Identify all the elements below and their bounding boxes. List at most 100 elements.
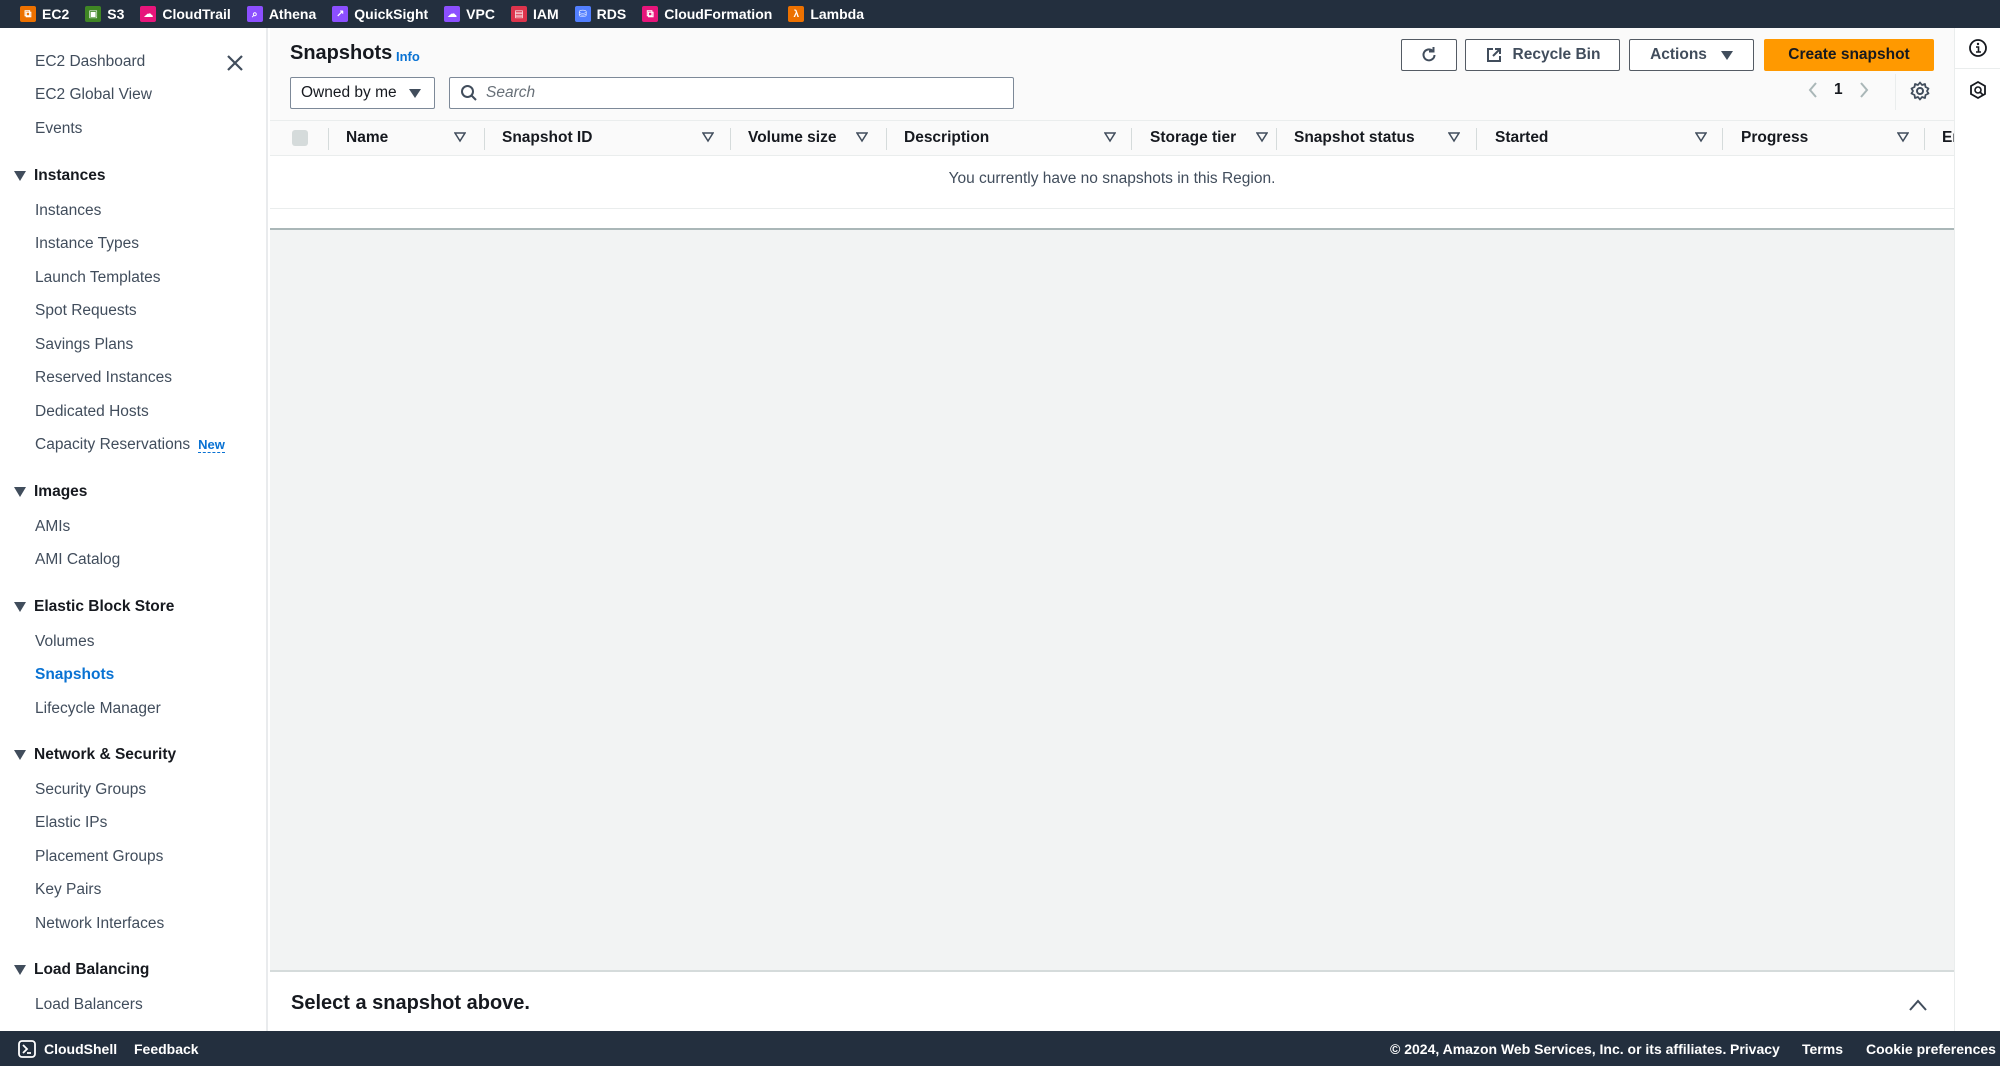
favorite-iam[interactable]: ▤ IAM [510,6,559,22]
column-header-name[interactable]: Name [346,121,480,155]
create-snapshot-button[interactable]: Create snapshot [1764,39,1934,71]
refresh-icon [1422,47,1436,62]
page-title: Snapshots [290,42,393,64]
recycle-bin-button[interactable]: Recycle Bin [1465,39,1620,71]
nav-item-ec2-dashboard[interactable]: EC2 Dashboard [35,53,145,71]
column-header-storage-tier[interactable]: Storage tier [1150,121,1276,155]
notifications-hexagon-icon[interactable] [1968,80,1988,100]
favorites-bar: ⧉ EC2 ▣ S3 ☁ CloudTrail ⌕ Athena ↗ QuickSight… [0,0,2000,28]
athena-icon: ⌕ [246,6,263,22]
split-panel-title: Select a snapshot above. [291,992,530,1014]
side-navigation: EC2 Dashboard EC2 Global View Events Ins… [0,28,268,1031]
nav-item-elastic-ips[interactable]: Elastic IPs [35,814,107,832]
favorite-rds[interactable]: ⛁ RDS [574,6,626,22]
caret-down-icon [14,171,26,181]
favorite-athena[interactable]: ⌕ Athena [246,6,316,22]
favorite-lambda[interactable]: λ Lambda [788,6,864,22]
owner-filter-select[interactable]: Owned by me [290,77,435,109]
settings-gear-icon[interactable] [1910,81,1930,101]
nav-item-ami-catalog[interactable]: AMI Catalog [35,551,120,569]
quicksight-icon: ↗ [332,6,349,22]
nav-item-instance-types[interactable]: Instance Types [35,235,139,253]
actions-dropdown[interactable]: Actions [1629,39,1754,71]
column-header-volume-size[interactable]: Volume size [748,121,882,155]
nav-item-events[interactable]: Events [35,120,82,138]
close-icon[interactable] [224,52,246,74]
nav-item-savings-plans[interactable]: Savings Plans [35,336,133,354]
favorite-cloudformation[interactable]: ⧉ CloudFormation [642,6,772,22]
caret-down-icon [14,750,26,760]
column-divider [1924,128,1925,150]
refresh-button[interactable] [1401,39,1457,71]
search-field[interactable] [449,77,1014,109]
cookie-preferences-link[interactable]: Cookie preferences [1866,1041,1996,1057]
info-link[interactable]: Info [396,49,420,64]
caret-down-icon [14,487,26,497]
info-icon[interactable] [1968,38,1988,58]
favorite-cloudtrail[interactable]: ☁ CloudTrail [140,6,231,22]
table-column-headers: Name Snapshot ID Volume size Description… [270,120,1954,156]
select-all-checkbox[interactable] [292,130,308,146]
favorite-vpc[interactable]: ☁ VPC [444,6,495,22]
nav-item-network-interfaces[interactable]: Network Interfaces [35,915,164,933]
nav-item-ec2-global-view[interactable]: EC2 Global View [35,86,152,104]
rds-icon: ⛁ [574,6,591,22]
column-divider [1476,128,1477,150]
column-divider [328,128,329,150]
caret-down-icon [14,602,26,612]
sort-icon [1695,132,1707,143]
favorite-quicksight[interactable]: ↗ QuickSight [332,6,428,22]
nav-item-snapshots[interactable]: Snapshots [35,666,114,684]
nav-item-volumes[interactable]: Volumes [35,633,94,651]
favorite-s3[interactable]: ▣ S3 [85,6,124,22]
nav-item-key-pairs[interactable]: Key Pairs [35,881,101,899]
copyright-text: © 2024, Amazon Web Services, Inc. or its… [1390,1040,1727,1057]
nav-section-network-security[interactable]: Network & Security [14,746,176,764]
caret-down-icon [1720,50,1733,60]
nav-section-instances[interactable]: Instances [14,167,106,185]
caret-down-icon [408,88,421,98]
chevron-right-icon[interactable] [1857,80,1871,100]
feedback-link[interactable]: Feedback [134,1041,199,1057]
terms-link[interactable]: Terms [1802,1041,1843,1057]
cloudtrail-icon: ☁ [140,6,157,22]
nav-item-load-balancers[interactable]: Load Balancers [35,996,143,1014]
column-divider [484,128,485,150]
cloudshell-icon [18,1039,36,1058]
ec2-icon: ⧉ [20,6,36,22]
search-input[interactable] [486,84,986,102]
nav-item-lifecycle-manager[interactable]: Lifecycle Manager [35,700,161,718]
current-page[interactable]: 1 [1834,81,1843,99]
column-header-snapshot-id[interactable]: Snapshot ID [502,121,728,155]
nav-item-amis[interactable]: AMIs [35,518,70,536]
nav-item-capacity-reservations[interactable]: Capacity Reservations New [35,436,225,454]
column-divider [730,128,731,150]
tools-rail [1954,28,2000,1031]
nav-item-instances[interactable]: Instances [35,202,101,220]
nav-section-load-balancing[interactable]: Load Balancing [14,961,149,979]
column-header-started[interactable]: Started [1495,121,1721,155]
divider [1955,68,2000,69]
privacy-link[interactable]: Privacy [1730,1041,1780,1057]
cloudshell-button[interactable]: CloudShell [18,1039,117,1058]
lambda-icon: λ [788,6,805,22]
chevron-left-icon[interactable] [1806,80,1820,100]
nav-item-security-groups[interactable]: Security Groups [35,781,146,799]
iam-icon: ▤ [510,6,527,22]
divider [1895,74,1896,110]
column-header-snapshot-status[interactable]: Snapshot status [1294,121,1474,155]
nav-item-launch-templates[interactable]: Launch Templates [35,269,161,287]
nav-item-placement-groups[interactable]: Placement Groups [35,848,163,866]
nav-item-spot-requests[interactable]: Spot Requests [35,302,137,320]
nav-item-dedicated-hosts[interactable]: Dedicated Hosts [35,403,149,421]
column-header-encryption[interactable]: En [1942,121,1954,155]
nav-section-images[interactable]: Images [14,483,87,501]
column-header-description[interactable]: Description [904,121,1130,155]
chevron-up-icon[interactable] [1908,998,1928,1012]
sort-icon [1448,132,1460,143]
nav-item-reserved-instances[interactable]: Reserved Instances [35,369,172,387]
nav-section-elastic-block-store[interactable]: Elastic Block Store [14,598,174,616]
favorite-ec2[interactable]: ⧉ EC2 [20,6,69,22]
column-header-progress[interactable]: Progress [1741,121,1923,155]
caret-down-icon [14,965,26,975]
